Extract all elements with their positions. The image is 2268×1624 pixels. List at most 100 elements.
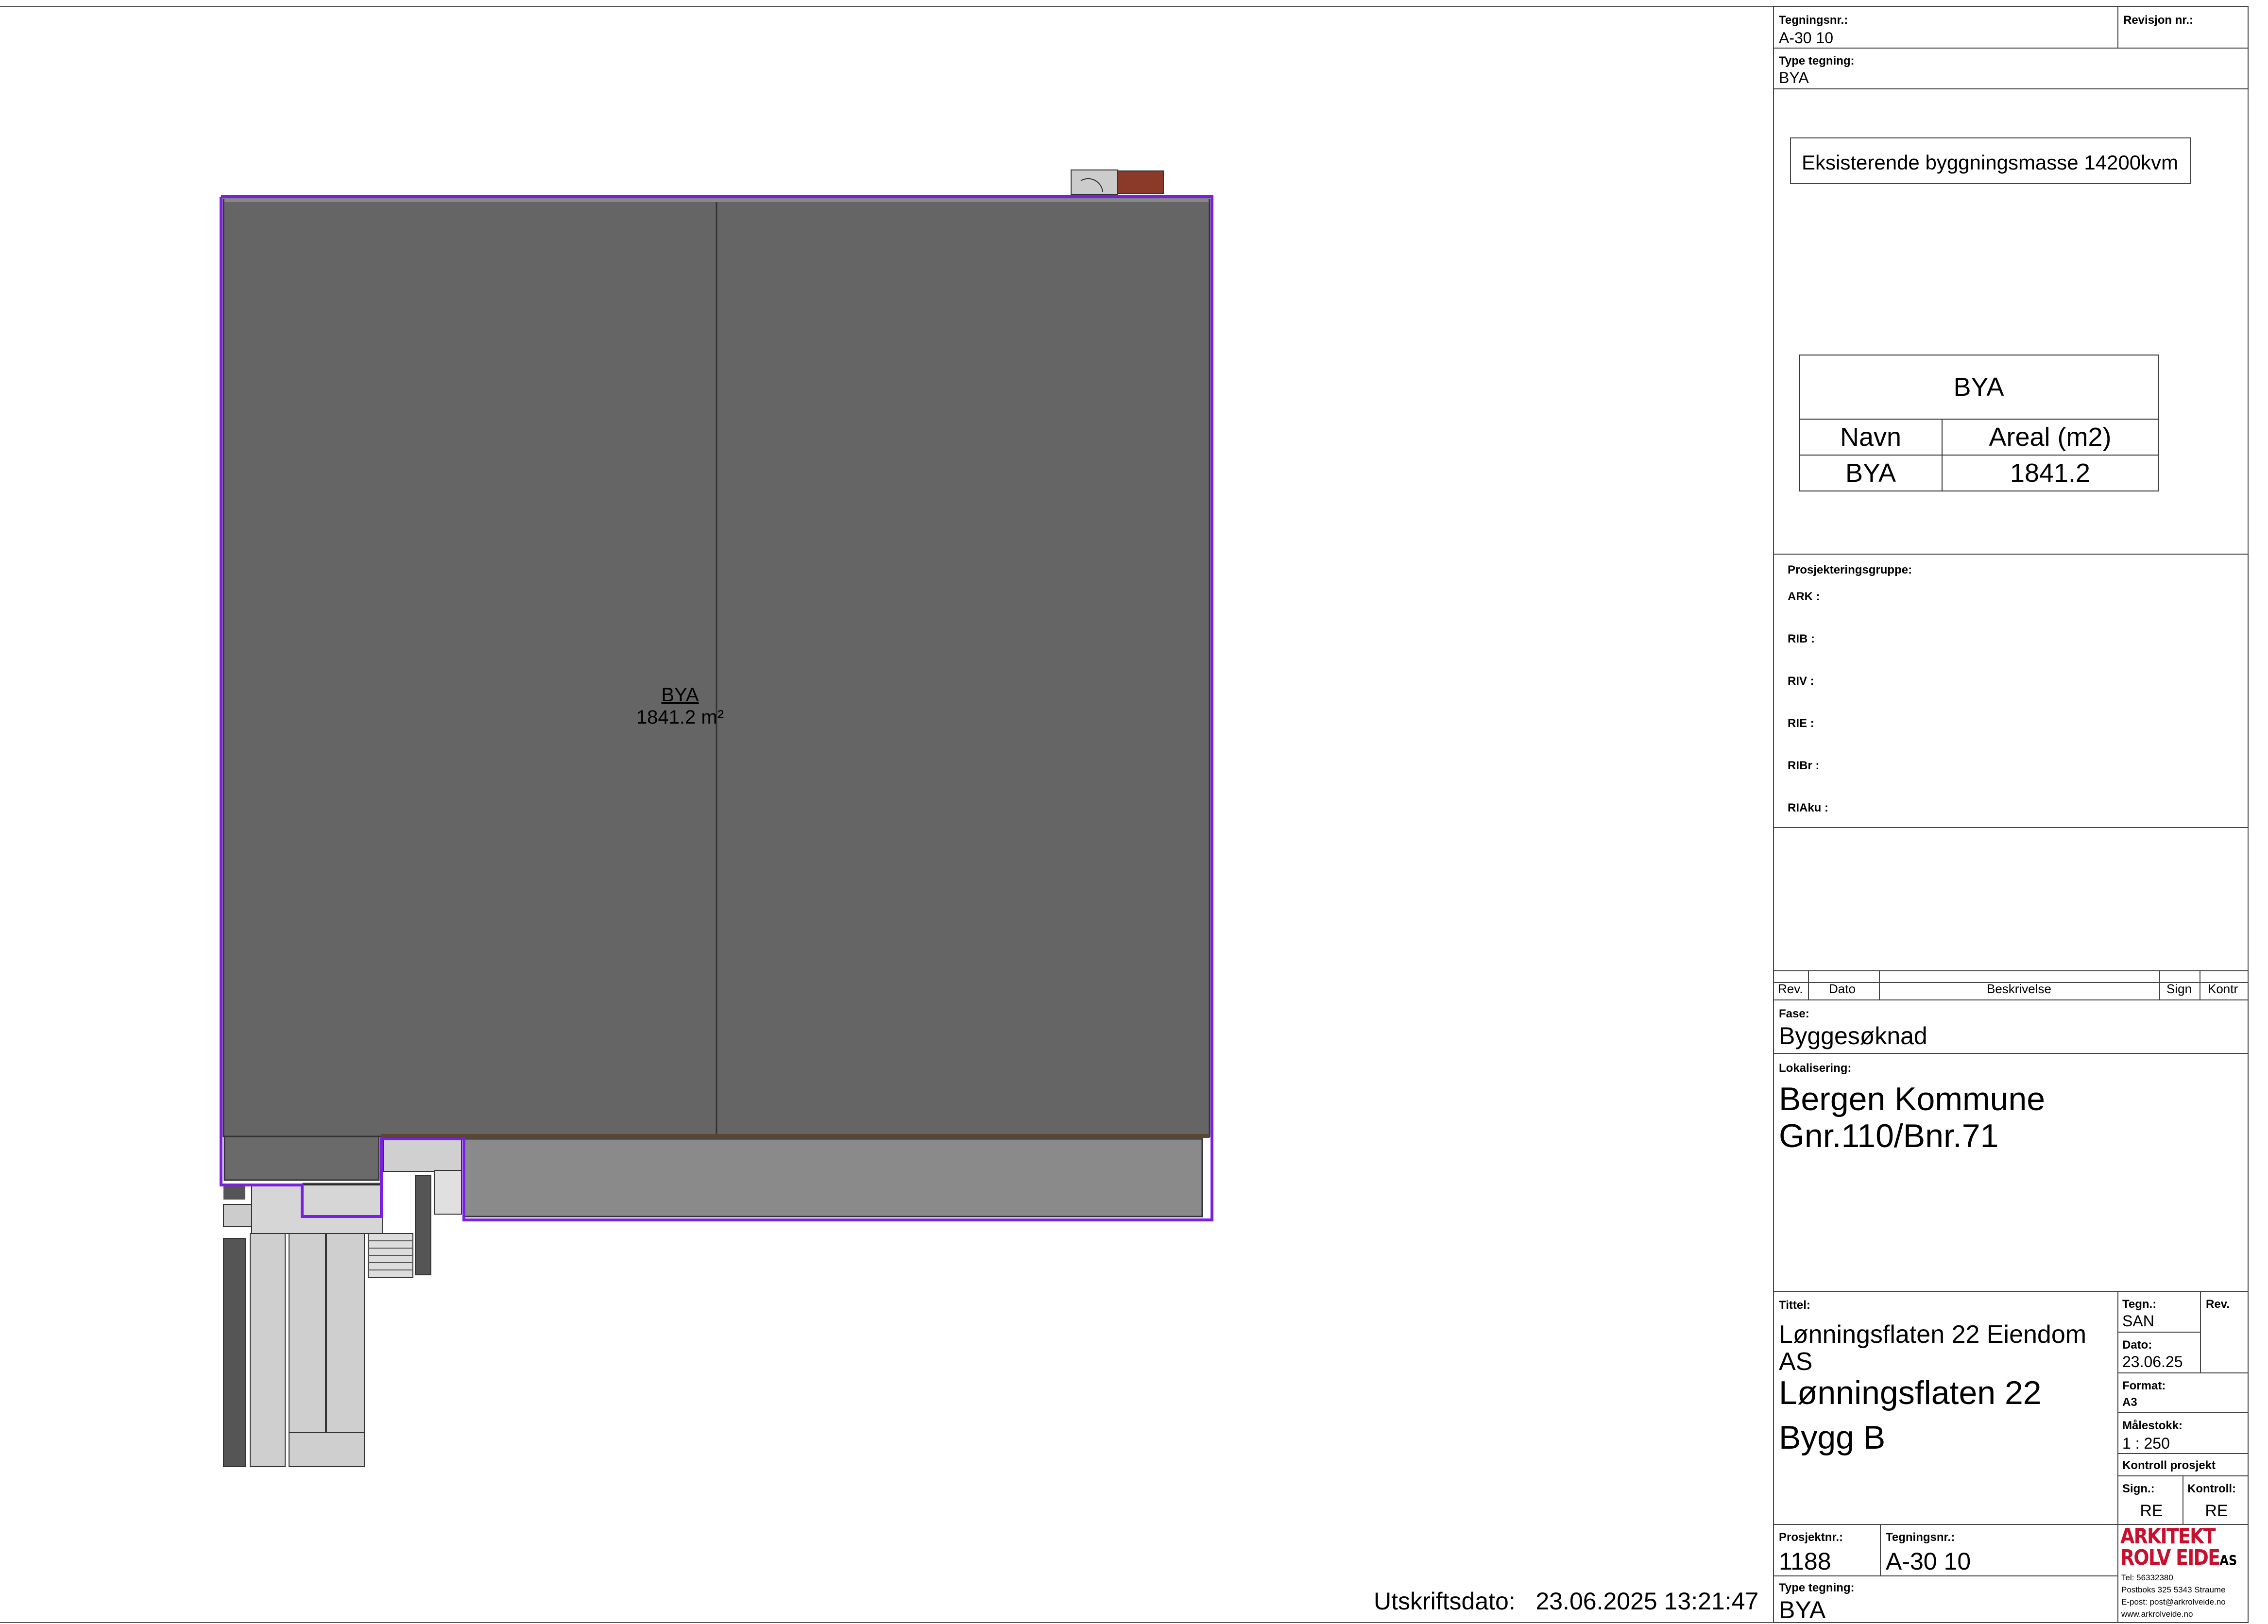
type-label: Type tegning: [1779,54,1855,68]
scale-label: Målestokk: [2122,1419,2183,1432]
rev-header-date: Dato [1829,981,1856,996]
location-line-1: Bergen Kommune [1779,1081,2046,1117]
project-no-label: Prosjektnr.: [1779,1531,1843,1544]
rev-header-desc: Beskrivelse [1987,981,2051,996]
drawn-value: SAN [2122,1312,2154,1330]
scale-value: 1 : 250 [2122,1435,2170,1452]
bottom-strip-brown [381,1134,1210,1138]
format-value: A3 [2122,1396,2137,1409]
contact-web: www.arkrolveide.no [2121,1609,2193,1619]
rev-col-sep-1 [1808,970,1809,1000]
title-label: Tittel: [1779,1299,1810,1312]
drawn-cell: Tegn.: SAN [2117,1291,2201,1333]
ramp-light-1 [250,1233,286,1467]
control-by-label: Kontroll: [2187,1482,2236,1495]
logo-line-2: ROLV EIDEAS [2120,1547,2237,1571]
existing-mass-box: Eksisterende byggningsmasse 14200kvm [1790,137,2191,184]
type-value: BYA [1779,69,1809,86]
role-rie: RIE : [1788,717,1814,730]
format-cell: Format: A3 [2117,1372,2249,1413]
rev-col-sep-2 [1879,970,1880,1000]
project-no: 1188 [1779,1548,1831,1575]
bya-table-title: BYA [1799,355,2159,420]
bya-row-area: 1841.2 [1942,455,2159,491]
logo-suffix: AS [2219,1552,2237,1568]
ramp-dark-bar [223,1238,246,1467]
area-annotation: BYA 1841.2 m² [631,684,729,728]
rev-col-sep-3 [2159,970,2160,1000]
location-cell: Lokalisering: Bergen Kommune Gnr.110/Bnr… [1773,1053,2249,1292]
rev-header-sign: Sign [2166,981,2192,996]
area-value: 1841.2 m² [636,707,724,728]
drawing-no-2: A-30 10 [1886,1548,1971,1575]
revision-label: Revisjon nr.: [2123,14,2194,27]
rev-header-kontr: Kontr [2208,981,2238,996]
control-by-value: RE [2205,1502,2228,1520]
ramp-outline [251,1184,383,1234]
revision-cell: Revisjon nr.: [2117,6,2249,49]
title-cell: Tittel: Lønningsflaten 22 Eiendom AS Løn… [1773,1291,2118,1525]
ramp-light-3 [326,1233,365,1467]
rev-cell: Rev. [2200,1291,2249,1373]
control-by-cell: Kontroll: RE [2183,1475,2249,1525]
date-cell: Dato: 23.06.25 [2117,1332,2201,1373]
title-line-1: Lønningsflaten 22 Eiendom [1779,1320,2087,1349]
role-ribr: RIBr : [1788,759,1820,772]
project-group-title: Prosjekteringsgruppe: [1788,563,1912,576]
title-line-2: AS [1779,1348,1813,1376]
role-riv: RIV : [1788,675,1814,688]
bya-header-area: Areal (m2) [1942,419,2159,456]
date-label: Dato: [2122,1338,2152,1352]
date-value: 23.06.25 [2122,1353,2183,1370]
rev-header-rev: Rev. [1778,981,1803,996]
ramp-light-2 [289,1233,326,1467]
project-no-cell: Prosjektnr.: 1188 [1773,1524,1881,1576]
small-dark [223,1185,245,1200]
type-value-2: BYA [1779,1596,1826,1624]
role-rib: RIB : [1788,632,1815,645]
control-project-cell: Kontroll prosjekt [2117,1453,2249,1476]
location-line-2: Gnr.110/Bnr.71 [1779,1117,1999,1154]
drawing-no: A-30 10 [1779,29,1834,47]
drawing-no-label-2: Tegningsnr.: [1886,1531,1955,1544]
format-label: Format: [2122,1379,2166,1392]
role-ark: ARK : [1788,590,1820,603]
floor-plan-drawing [220,169,1213,1467]
title-line-4: Bygg B [1779,1419,1886,1456]
phase-value: Byggesøknad [1779,1022,1927,1049]
rev-label: Rev. [2206,1298,2230,1311]
annex-left [223,1135,380,1181]
area-label: BYA [661,684,699,706]
annex-right [463,1138,1203,1218]
logo-line-2-text: ROLV EIDE [2120,1545,2220,1570]
bya-header-name: Navn [1799,419,1943,456]
bya-row-name: BYA [1799,455,1943,491]
location-label: Lokalisering: [1779,1062,1852,1075]
print-date-value: 23.06.2025 13:21:47 [1535,1588,1759,1615]
contact-address: Postboks 325 5343 Straume [2121,1585,2226,1594]
type-cell-2: Type tegning: BYA [1773,1575,2118,1624]
drawing-no-cell: Tegningsnr.: A-30 10 [1773,6,2118,49]
scale-cell: Målestokk: 1 : 250 [2117,1412,2249,1454]
company-cell: ARKITEKT ROLV EIDEAS Tel: 56332380 Postb… [2117,1524,2249,1623]
phase-label: Fase: [1779,1007,1809,1020]
control-project-label: Kontroll prosjekt [2122,1459,2216,1472]
type-cell: Type tegning: BYA [1773,48,2249,89]
company-logo: ARKITEKT ROLV EIDEAS [2120,1526,2237,1571]
sign-cell: Sign.: RE [2117,1475,2183,1525]
drawing-no-label: Tegningsnr.: [1779,14,1848,27]
drawing-no-cell-2: Tegningsnr.: A-30 10 [1880,1524,2118,1576]
building-top-edge [224,199,1209,202]
role-riaku: RIAku : [1788,801,1828,814]
type-label-2: Type tegning: [1779,1581,1855,1594]
contact-email: E-post: post@arkrolveide.no [2121,1597,2226,1607]
company-contact: Tel: 56332380 Postboks 325 5343 Straume … [2121,1572,2226,1620]
sign-value: RE [2140,1502,2163,1520]
dark-post [415,1175,431,1275]
project-group-cell [1773,554,2249,828]
title-line-3: Lønningsflaten 22 [1779,1374,2042,1411]
phase-cell: Fase: Byggesøknad [1773,999,2249,1054]
sign-label: Sign.: [2122,1482,2155,1495]
roof-element-grey [1071,169,1118,195]
print-date: Utskriftsdato: 23.06.2025 13:21:47 [1374,1587,1758,1615]
